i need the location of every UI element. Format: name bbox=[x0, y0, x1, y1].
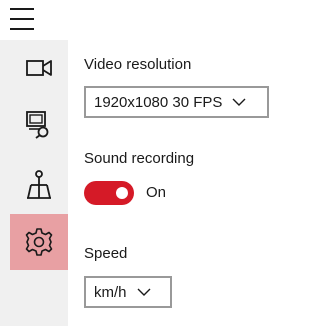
video-resolution-label: Video resolution bbox=[84, 56, 192, 73]
sound-recording-state: On bbox=[146, 184, 167, 201]
sound-recording-toggle[interactable] bbox=[84, 181, 134, 205]
video-camera-icon bbox=[26, 60, 52, 76]
nav-item-settings[interactable] bbox=[10, 214, 68, 270]
video-resolution-dropdown[interactable]: 1920x1080 30 FPS bbox=[84, 86, 269, 118]
nav-item-monitor[interactable] bbox=[10, 97, 68, 153]
chevron-down-icon bbox=[232, 98, 246, 106]
sound-recording-label: Sound recording bbox=[84, 150, 195, 167]
hamburger-line bbox=[10, 28, 34, 30]
monitor-search-icon bbox=[26, 111, 49, 139]
speed-unit-value: km/h bbox=[94, 283, 127, 301]
nav-item-routes[interactable] bbox=[10, 157, 68, 213]
speed-label: Speed bbox=[84, 245, 128, 262]
gear-icon bbox=[25, 228, 53, 256]
hamburger-line bbox=[10, 18, 34, 20]
speed-unit-dropdown[interactable]: km/h bbox=[84, 276, 172, 308]
hamburger-menu-button[interactable] bbox=[10, 8, 34, 30]
route-icon bbox=[27, 170, 51, 199]
hamburger-line bbox=[10, 8, 34, 10]
video-resolution-value: 1920x1080 30 FPS bbox=[94, 93, 223, 111]
toggle-knob bbox=[116, 187, 128, 199]
chevron-down-icon bbox=[137, 288, 151, 296]
nav-item-video[interactable] bbox=[10, 40, 68, 96]
